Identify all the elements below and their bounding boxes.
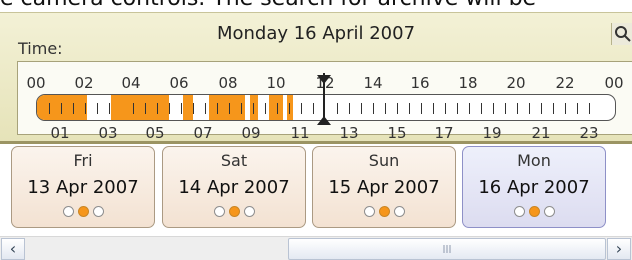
day-dots: [163, 206, 305, 217]
hour-label: 22: [555, 74, 575, 92]
hour-label: 21: [531, 124, 551, 142]
scrollbar-thumb[interactable]: [288, 238, 606, 260]
hour-label: 14: [363, 74, 383, 92]
dot-indicator: [213, 206, 225, 217]
dot-indicator-active: [378, 206, 390, 217]
hour-label: 04: [121, 74, 141, 92]
dot-indicator: [393, 206, 405, 217]
dot-indicator: [62, 206, 74, 217]
hour-label: 08: [218, 74, 238, 92]
hour-label: 23: [579, 124, 599, 142]
day-name: Fri: [73, 151, 93, 170]
hour-label: 20: [506, 74, 526, 92]
timeline-panel: Monday 16 April 2007 Time: 00 02 04 06 0…: [0, 12, 632, 144]
horizontal-scrollbar[interactable]: ‹ ›: [0, 236, 632, 260]
dot-indicator-active: [528, 206, 540, 217]
hour-label: 19: [482, 124, 502, 142]
time-label: Time:: [18, 39, 63, 58]
hour-label: 09: [241, 124, 261, 142]
hour-label: 01: [50, 124, 70, 142]
hour-label: 00: [604, 74, 624, 92]
day-date: 13 Apr 2007: [27, 177, 139, 198]
hour-label: 13: [339, 124, 359, 142]
day-name: Sat: [220, 151, 248, 170]
dot-indicator-active: [77, 206, 89, 217]
hour-label: 06: [169, 74, 189, 92]
day-card-sat[interactable]: Sat 14 Apr 2007: [162, 146, 306, 228]
dot-indicator: [92, 206, 104, 217]
chevron-left-icon[interactable]: ‹: [1, 238, 25, 260]
hour-label: 07: [193, 124, 213, 142]
hour-label: 17: [434, 124, 454, 142]
hour-label: 10: [266, 74, 286, 92]
hour-label: 00: [26, 74, 46, 92]
dot-indicator: [363, 206, 375, 217]
day-card-sun[interactable]: Sun 15 Apr 2007: [312, 146, 456, 228]
day-name: Mon: [517, 151, 551, 170]
chevron-right-icon[interactable]: ›: [607, 238, 631, 260]
hour-label: 03: [98, 124, 118, 142]
day-dots: [463, 206, 605, 217]
day-date: 14 Apr 2007: [178, 177, 290, 198]
hour-label: 16: [410, 74, 430, 92]
day-date: 15 Apr 2007: [328, 177, 440, 198]
day-card-mon[interactable]: Mon 16 Apr 2007: [462, 146, 606, 228]
search-icon[interactable]: [611, 23, 632, 45]
selected-date-title: Monday 16 April 2007: [216, 23, 416, 44]
dot-indicator: [513, 206, 525, 217]
hour-label: 18: [458, 74, 478, 92]
hour-label: 05: [145, 124, 165, 142]
time-cursor-bottom-handle[interactable]: [317, 116, 331, 125]
day-dots: [313, 206, 455, 217]
day-date: 16 Apr 2007: [478, 177, 590, 198]
hour-label: 02: [74, 74, 94, 92]
day-dots: [12, 206, 154, 217]
dot-indicator: [543, 206, 555, 217]
hour-label: 11: [290, 124, 310, 142]
dot-indicator-active: [228, 206, 240, 217]
time-cursor-top-handle[interactable]: [317, 75, 331, 84]
day-card-fri[interactable]: Fri 13 Apr 2007: [11, 146, 155, 228]
hour-label: 15: [387, 124, 407, 142]
dot-indicator: [243, 206, 255, 217]
day-name: Sun: [368, 151, 400, 170]
